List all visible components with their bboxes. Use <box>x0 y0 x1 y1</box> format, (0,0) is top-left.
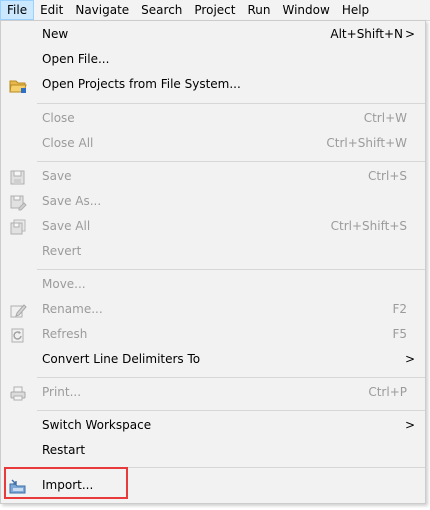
menu-project[interactable]: Project <box>188 0 241 20</box>
menu-item-label: Revert <box>42 244 82 258</box>
menu-item-rename[interactable]: Rename... F2 <box>1 298 425 323</box>
menu-item-accelerator: Alt+Shift+N <box>330 27 403 41</box>
save-as-icon <box>9 194 27 211</box>
file-menu-dropdown: New Alt+Shift+N > Open File... Open Proj… <box>0 20 426 504</box>
menu-window[interactable]: Window <box>276 0 335 20</box>
menu-item-accelerator: Ctrl+Shift+S <box>330 219 407 233</box>
menu-search[interactable]: Search <box>135 0 188 20</box>
menu-separator <box>37 269 425 270</box>
printer-icon <box>9 385 27 402</box>
menu-item-label: Move... <box>42 277 86 291</box>
menu-file[interactable]: File <box>0 0 35 20</box>
menu-item-label: New <box>42 27 69 41</box>
menu-item-close[interactable]: Close Ctrl+W <box>1 107 425 132</box>
menu-item-new[interactable]: New Alt+Shift+N > <box>1 23 425 48</box>
menu-item-revert[interactable]: Revert <box>1 240 425 265</box>
menu-item-label: Refresh <box>42 327 88 341</box>
menu-item-label: Restart <box>42 443 86 457</box>
menu-item-close-all[interactable]: Close All Ctrl+Shift+W <box>1 132 425 157</box>
menu-item-switch-workspace[interactable]: Switch Workspace > <box>1 414 425 439</box>
menu-item-move[interactable]: Move... <box>1 273 425 298</box>
menu-separator <box>37 103 425 104</box>
menu-item-refresh[interactable]: Refresh F5 <box>1 323 425 348</box>
menu-separator <box>37 377 425 378</box>
menu-item-accelerator: F2 <box>392 302 407 316</box>
menu-item-label: Switch Workspace <box>42 418 152 432</box>
menu-item-accelerator: Ctrl+W <box>363 111 407 125</box>
menu-bar: File Edit Navigate Search Project Run Wi… <box>0 0 430 21</box>
menu-separator <box>37 410 425 411</box>
menu-item-print[interactable]: Print... Ctrl+P <box>1 381 425 406</box>
menu-item-label: Convert Line Delimiters To <box>42 352 201 366</box>
menu-item-label: Rename... <box>42 302 103 316</box>
submenu-arrow-icon: > <box>404 352 415 366</box>
menu-item-label: Print... <box>42 385 82 399</box>
menu-item-open-projects[interactable]: Open Projects from File System... <box>1 73 425 98</box>
submenu-arrow-icon: > <box>404 418 415 432</box>
menu-run[interactable]: Run <box>241 0 276 20</box>
menu-item-restart[interactable]: Restart <box>1 439 425 464</box>
menu-item-label: Open File... <box>42 52 110 66</box>
menu-edit[interactable]: Edit <box>34 0 69 20</box>
rename-icon <box>9 302 27 319</box>
menu-item-open-file[interactable]: Open File... <box>1 48 425 73</box>
menu-item-convert-line-delimiters[interactable]: Convert Line Delimiters To > <box>1 348 425 373</box>
save-icon <box>9 169 27 186</box>
menu-item-label: Save As... <box>42 194 102 208</box>
menu-navigate[interactable]: Navigate <box>69 0 135 20</box>
menu-item-save[interactable]: Save Ctrl+S <box>1 165 425 190</box>
menu-item-accelerator: Ctrl+P <box>368 385 407 399</box>
highlight-annotation <box>4 467 128 499</box>
menu-item-accelerator: Ctrl+S <box>367 169 407 183</box>
menu-item-accelerator: Ctrl+Shift+W <box>326 136 407 150</box>
submenu-arrow-icon: > <box>404 27 415 41</box>
menu-item-label: Save All <box>42 219 91 233</box>
folder-icon <box>9 77 27 94</box>
menu-separator <box>37 161 425 162</box>
save-all-icon <box>9 219 27 236</box>
refresh-icon <box>9 327 27 344</box>
menu-item-save-as[interactable]: Save As... <box>1 190 425 215</box>
menu-item-label: Close <box>42 111 75 125</box>
menu-item-label: Close All <box>42 136 94 150</box>
menu-help[interactable]: Help <box>336 0 375 20</box>
menu-item-label: Save <box>42 169 72 183</box>
menu-item-save-all[interactable]: Save All Ctrl+Shift+S <box>1 215 425 240</box>
menu-item-accelerator: F5 <box>392 327 407 341</box>
menu-item-label: Open Projects from File System... <box>42 77 241 91</box>
